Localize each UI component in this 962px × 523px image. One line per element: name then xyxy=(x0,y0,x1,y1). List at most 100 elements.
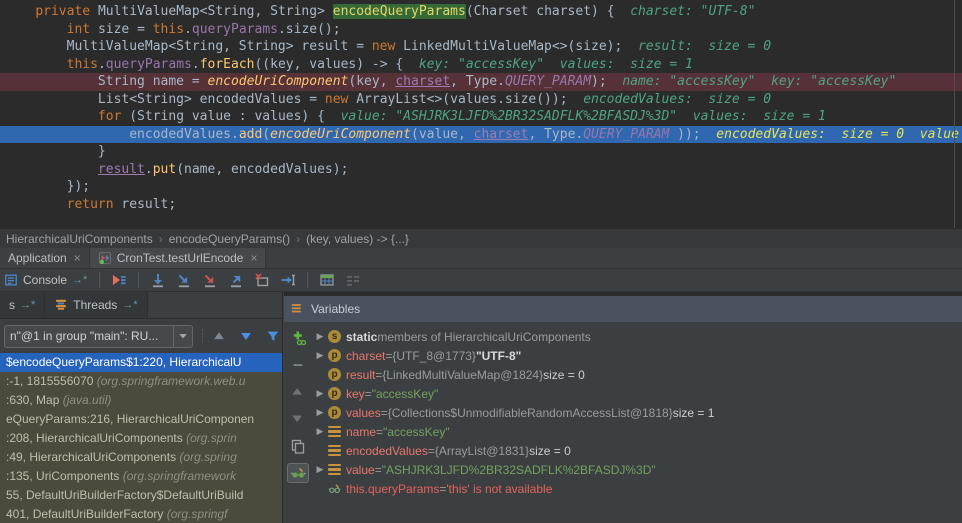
filter-frames-button[interactable] xyxy=(264,326,282,346)
layout-settings-button[interactable] xyxy=(340,270,366,290)
expand-arrow-icon[interactable]: ▶ xyxy=(312,426,328,437)
add-watch-button[interactable] xyxy=(287,328,309,348)
move-down-button[interactable] xyxy=(287,409,309,429)
close-tab-icon[interactable]: × xyxy=(250,251,257,265)
variable-row[interactable]: ▶name = "accessKey" xyxy=(312,422,962,441)
parameter-icon: p xyxy=(328,349,341,362)
evaluate-expression-button[interactable] xyxy=(314,270,340,290)
previous-frame-button[interactable] xyxy=(210,326,228,346)
remove-watch-button[interactable] xyxy=(287,355,309,375)
code-line[interactable]: encodedValues.add(encodeUriComponent(val… xyxy=(0,126,962,144)
stack-frame-row[interactable]: :208, HierarchicalUriComponents (org.spr… xyxy=(0,429,282,448)
previous-frame-icon xyxy=(212,329,226,343)
right-margin-guide xyxy=(954,0,955,228)
text-segment: = xyxy=(381,406,388,420)
code-line[interactable]: int size = this.queryParams.size(); xyxy=(0,21,962,39)
code-editor[interactable]: private MultiValueMap<String, String> en… xyxy=(0,0,962,228)
variable-row[interactable]: ▶sstatic members of HierarchicalUriCompo… xyxy=(312,327,962,346)
breadcrumb-item[interactable]: HierarchicalUriComponents xyxy=(2,232,157,246)
code-line[interactable]: this.queryParams.forEach((key, values) -… xyxy=(0,56,962,74)
force-step-into-button[interactable] xyxy=(197,270,223,290)
step-out-button[interactable] xyxy=(223,270,249,290)
show-execution-point-icon xyxy=(111,272,127,288)
run-tab-crontest-testurlencode[interactable]: CronTest.testUrlEncode× xyxy=(90,248,267,268)
text-segment: new xyxy=(372,39,403,54)
stack-frame-row[interactable]: :-1, 1815556070 (org.springframework.web… xyxy=(0,372,282,391)
expand-arrow-icon[interactable]: ▶ xyxy=(312,464,328,475)
next-frame-button[interactable] xyxy=(237,326,255,346)
chevron-down-icon[interactable] xyxy=(173,326,192,347)
text-segment: }); xyxy=(4,179,90,194)
text-segment: (Charset charset) { xyxy=(466,4,630,19)
text-segment xyxy=(4,162,98,177)
show-watches-button[interactable] xyxy=(287,463,309,483)
code-line[interactable]: }); xyxy=(0,178,962,196)
expand-arrow-icon[interactable]: ▶ xyxy=(312,331,328,342)
code-line[interactable]: } xyxy=(0,143,962,161)
code-line[interactable]: for (String value : values) { value: "AS… xyxy=(0,108,962,126)
text-segment: 'this' is not available xyxy=(446,482,552,496)
code-line[interactable]: return result; xyxy=(0,196,962,214)
variables-header[interactable]: Variables xyxy=(284,296,962,322)
text-segment: encodedValues: size = 0 value xyxy=(716,127,959,142)
text-segment: this.queryParams xyxy=(346,482,439,496)
drop-frame-button[interactable] xyxy=(249,270,275,290)
text-segment: encodeUriComponent xyxy=(270,127,411,142)
code-line[interactable]: private MultiValueMap<String, String> en… xyxy=(0,3,962,21)
expand-arrow-icon[interactable]: ▶ xyxy=(312,407,328,418)
text-segment: (String value : values) { xyxy=(129,109,340,124)
frames-panel-tabs: s→*Threads→* xyxy=(0,292,282,319)
expand-arrow-icon[interactable]: ▶ xyxy=(312,388,328,399)
text-segment: = xyxy=(375,463,382,477)
stack-frame-row[interactable]: :630, Map (java.util) xyxy=(0,391,282,410)
stack-frame-row[interactable]: $encodeQueryParams$1:220, HierarchicalU xyxy=(0,353,282,372)
show-execution-point-button[interactable] xyxy=(106,270,132,290)
duplicate-watch-button[interactable] xyxy=(287,436,309,456)
console-tab[interactable]: Console→* xyxy=(4,273,93,287)
step-into-button[interactable] xyxy=(171,270,197,290)
stack-frame-row[interactable]: 401, DefaultUriBuilderFactory (org.sprin… xyxy=(0,505,282,523)
run-tab-application[interactable]: Application× xyxy=(0,248,90,268)
breadcrumb-item[interactable]: encodeQueryParams() xyxy=(165,232,294,246)
variable-row[interactable]: this.queryParams = 'this' is not availab… xyxy=(312,479,962,498)
variable-row[interactable]: ▶pcharset = {UTF_8@1773} "UTF-8" xyxy=(312,346,962,365)
text-segment: String name = xyxy=(4,74,208,89)
move-up-button[interactable] xyxy=(287,382,309,402)
move-down-icon xyxy=(291,412,305,426)
text-segment: {Collections$UnmodifiableRandomAccessLis… xyxy=(388,406,673,420)
text-segment: members of HierarchicalUriComponents xyxy=(377,330,590,344)
code-line[interactable]: String name = encodeUriComponent(key, ch… xyxy=(0,73,962,91)
variable-type-icon: s xyxy=(328,330,346,343)
stack-frame-row[interactable]: eQueryParams:216, HierarchicalUriCompone… xyxy=(0,410,282,429)
code-line[interactable]: List<String> encodedValues = new ArrayLi… xyxy=(0,91,962,109)
step-over-button[interactable] xyxy=(145,270,171,290)
drag-handle-icon: →* xyxy=(122,299,137,311)
hidden-tab[interactable]: s→* xyxy=(0,292,45,318)
stack-frame-row[interactable]: :49, HierarchicalUriComponents (org.spri… xyxy=(0,448,282,467)
run-to-cursor-button[interactable] xyxy=(275,270,301,290)
close-tab-icon[interactable]: × xyxy=(74,251,81,265)
ide-debugger-window: private MultiValueMap<String, String> en… xyxy=(0,0,962,523)
run-config-icon xyxy=(98,251,112,265)
code-line[interactable]: MultiValueMap<String, String> result = n… xyxy=(0,38,962,56)
hamburger-menu-icon[interactable] xyxy=(291,302,304,316)
text-segment: = xyxy=(385,349,392,363)
local-variable-icon xyxy=(328,445,341,457)
breadcrumb-item[interactable]: (key, values) -> {...} xyxy=(302,232,413,246)
expand-arrow-icon[interactable]: ▶ xyxy=(312,350,328,361)
text-segment: :49, HierarchicalUriComponents xyxy=(6,450,179,464)
text-segment: . xyxy=(145,162,153,177)
variable-row[interactable]: ▶value = "ASHJRK3LJFD%2BR32SADFLK%2BFASD… xyxy=(312,460,962,479)
variable-row[interactable]: ▶pvalues = {Collections$UnmodifiableRand… xyxy=(312,403,962,422)
thread-selector[interactable]: n"@1 in group "main": RU... xyxy=(4,325,193,348)
code-line[interactable]: result.put(name, encodedValues); xyxy=(0,161,962,179)
text-segment: queryParams xyxy=(106,57,192,72)
stack-frame-row[interactable]: 55, DefaultUriBuilderFactory$DefaultUriB… xyxy=(0,486,282,505)
variable-row[interactable]: encodedValues = {ArrayList@1831} size = … xyxy=(312,441,962,460)
text-segment: = xyxy=(428,444,435,458)
tab-threads[interactable]: Threads→* xyxy=(45,292,147,318)
variable-row[interactable]: ▶pkey = "accessKey" xyxy=(312,384,962,403)
variable-row[interactable]: presult = {LinkedMultiValueMap@1824} siz… xyxy=(312,365,962,384)
text-segment: "accessKey" xyxy=(383,425,450,439)
stack-frame-row[interactable]: :135, UriComponents (org.springframework xyxy=(0,467,282,486)
